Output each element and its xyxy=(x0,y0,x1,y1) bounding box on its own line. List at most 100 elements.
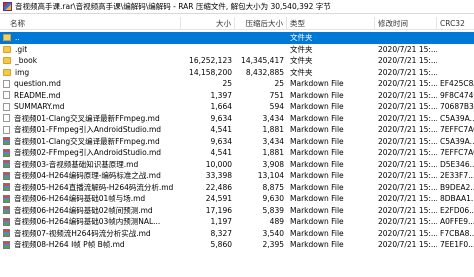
file-name-cell: 音视频05-H264直播流解码-H264码流分析.md xyxy=(0,182,181,194)
file-row[interactable]: 音视频01-Clang交叉编译最新FFmpeg.md 9,634 3,434 Mark… xyxy=(0,113,474,125)
file-size: 17,196 xyxy=(205,205,232,215)
file-modified: 2020/7/21 15:... xyxy=(378,171,437,180)
file-name-cell: .. xyxy=(0,32,181,44)
file-type: 文件夹 xyxy=(290,33,313,42)
column-header: 名称 大小 压缩后大小 类型 修改时间 CRC32 xyxy=(0,16,474,30)
file-modified: 2020/7/21 15:... xyxy=(378,79,437,88)
file-size: 4,541 xyxy=(210,148,232,157)
file-row[interactable]: 音视频07-视频流H264码流分析实战.md 8,327 3,540 Markdown… xyxy=(0,228,474,240)
file-row[interactable]: _book 16,252,123 14,345,417 文件夹 2020/7/21 15… xyxy=(0,55,474,67)
column-packed-size[interactable]: 压缩后大小 xyxy=(235,16,287,30)
file-name: SUMMARY.md xyxy=(14,102,65,111)
path-bar[interactable]: 音视频高手课.rar\音视频高手课\编解码\编解码 - RAR 压缩文件, 解包… xyxy=(0,0,474,14)
file-name-cell: question.md xyxy=(0,78,181,90)
file-modified: 2020/7/21 15:... xyxy=(378,125,437,134)
file-icon xyxy=(3,102,10,111)
file-name: 音视频07-视频流H264码流分析实战.md xyxy=(14,228,151,238)
file-name-cell: _book xyxy=(0,55,181,67)
file-name-cell: 音视频07-视频流H264码流分析实战.md xyxy=(0,228,181,240)
file-type: Markdown File xyxy=(290,217,344,226)
file-name: question.md xyxy=(14,79,61,88)
file-name-cell: 音视频08-H264 I帧 P帧 B帧.md xyxy=(0,239,181,251)
file-packed-size: 3,908 xyxy=(262,159,284,169)
column-size[interactable]: 大小 xyxy=(181,16,235,30)
file-name: 音视频01-FFmpeg引入AndroidStudio.md xyxy=(14,125,162,134)
file-name-cell: img xyxy=(0,67,181,79)
file-size: 5,860 xyxy=(210,240,232,249)
file-crc32: 9F8C4740 xyxy=(440,90,474,100)
file-size: 16,252,123 xyxy=(189,56,232,65)
markdown-image-file-icon xyxy=(3,148,10,157)
file-row[interactable]: SUMMARY.md 1,664 594 Markdown File 2020/7/21… xyxy=(0,101,474,113)
file-size: 8,327 xyxy=(210,228,232,238)
column-modified[interactable]: 修改时间 xyxy=(375,16,437,30)
file-row[interactable]: 音视频03-音视频基础知识基原理.md 10,000 3,908 Markdown F… xyxy=(0,159,474,171)
path-text: 音视频高手课.rar\音视频高手课\编解码\编解码 - RAR 压缩文件, 解包… xyxy=(15,2,331,11)
file-row[interactable]: 音视频08-H264 I帧 P帧 B帧.md 5,860 2,395 Markdown… xyxy=(0,239,474,251)
file-modified: 2020/7/21 15:... xyxy=(378,194,437,203)
markdown-image-file-icon xyxy=(3,137,10,146)
file-type: Markdown File xyxy=(290,90,344,100)
file-row[interactable]: .git 文件夹 2020/7/21 15:... xyxy=(0,44,474,56)
file-modified: 2020/7/21 15:... xyxy=(378,159,437,169)
file-row[interactable]: question.md 25 25 Markdown File 2020/7/21 15… xyxy=(0,78,474,90)
file-size: 9,634 xyxy=(210,113,232,123)
file-crc32: 7EFFC7AC xyxy=(440,125,474,134)
file-name-cell: 音视频03-音视频基础知识基原理.md xyxy=(0,159,181,171)
file-name-cell: .git xyxy=(0,44,181,56)
file-row[interactable]: README.md 1,397 751 Markdown File 2020/7/21 … xyxy=(0,90,474,102)
file-name: 音视频06-H264编码基础03帧内预测NAL... xyxy=(14,217,161,226)
file-type: Markdown File xyxy=(290,194,344,203)
file-modified: 2020/7/21 15:... xyxy=(378,217,437,226)
file-row[interactable]: 音视频04-H264编码原理-编码标准之战.md 33,398 13,104 Mark… xyxy=(0,170,474,182)
file-name: 音视频02-FFmpeg引入AndroidStudio.md xyxy=(14,148,162,157)
file-packed-size: 2,395 xyxy=(262,240,284,249)
file-type: Markdown File xyxy=(290,125,344,134)
file-modified: 2020/7/21 15:... xyxy=(378,228,437,238)
file-size: 10,000 xyxy=(205,159,232,169)
file-type: Markdown File xyxy=(290,171,344,180)
folder-icon xyxy=(3,57,11,65)
file-name-cell: 音视频06-H264编码基础02帧间预测.md xyxy=(0,205,181,217)
file-type: Markdown File xyxy=(290,102,344,111)
file-row[interactable]: .. 文件夹 xyxy=(0,32,474,44)
column-crc32[interactable]: CRC32 xyxy=(437,17,474,30)
file-row[interactable]: 音视频01-Clang交叉编译最新FFmpeg.md 9,634 3,434 Mark… xyxy=(0,136,474,148)
file-row[interactable]: 音视频06-H264编码基础01帧与场.md 24,591 9,630 Markdow… xyxy=(0,193,474,205)
file-crc32: A0FFE9... xyxy=(440,217,474,226)
file-name: 音视频08-H264 I帧 P帧 B帧.md xyxy=(14,240,125,249)
file-type: Markdown File xyxy=(290,113,344,123)
file-row[interactable]: 音视频01-FFmpeg引入AndroidStudio.md 4,541 1,881… xyxy=(0,124,474,136)
rar-archive-icon xyxy=(3,2,12,11)
file-crc32: 8DBAA1... xyxy=(440,194,474,203)
file-packed-size: 489 xyxy=(269,217,284,226)
file-crc32: 2E33F7... xyxy=(440,171,474,180)
file-packed-size: 3,540 xyxy=(262,228,284,238)
file-name: .git xyxy=(15,44,28,54)
file-row[interactable]: 音视频05-H264直播流解码-H264码流分析.md 22,486 8,875 Ma… xyxy=(0,182,474,194)
file-crc32: F7CBA8... xyxy=(440,228,474,238)
file-name: 音视频05-H264直播流解码-H264码流分析.md xyxy=(14,182,174,192)
file-packed-size: 8,875 xyxy=(262,182,284,192)
file-packed-size: 25 xyxy=(274,79,284,88)
file-name: README.md xyxy=(14,90,61,100)
file-row[interactable]: img 14,158,200 8,432,885 文件夹 2020/7/21 15:..… xyxy=(0,67,474,79)
file-crc32: D5E346... xyxy=(440,159,474,169)
markdown-image-file-icon xyxy=(3,229,10,238)
file-row[interactable]: 音视频02-FFmpeg引入AndroidStudio.md 4,541 1,881… xyxy=(0,147,474,159)
file-type: Markdown File xyxy=(290,136,344,146)
file-packed-size: 1,881 xyxy=(262,125,284,134)
file-size: 24,591 xyxy=(205,194,232,203)
file-name: img xyxy=(15,67,30,77)
file-packed-size: 13,104 xyxy=(257,171,284,180)
file-crc32: C5A39A... xyxy=(440,136,474,146)
file-type: Markdown File xyxy=(290,240,344,249)
column-type[interactable]: 类型 xyxy=(287,16,375,30)
file-icon xyxy=(3,114,10,123)
file-size: 1,664 xyxy=(210,102,232,111)
file-row[interactable]: 音视频06-H264编码基础03帧内预测NAL... 1,197 489 Markdo… xyxy=(0,216,474,228)
file-row[interactable]: 音视频06-H264编码基础02帧间预测.md 17,196 5,839 Markdo… xyxy=(0,205,474,217)
file-modified: 2020/7/21 15:... xyxy=(378,44,437,54)
file-type: 文件夹 xyxy=(290,44,313,54)
column-name[interactable]: 名称 xyxy=(0,16,181,30)
